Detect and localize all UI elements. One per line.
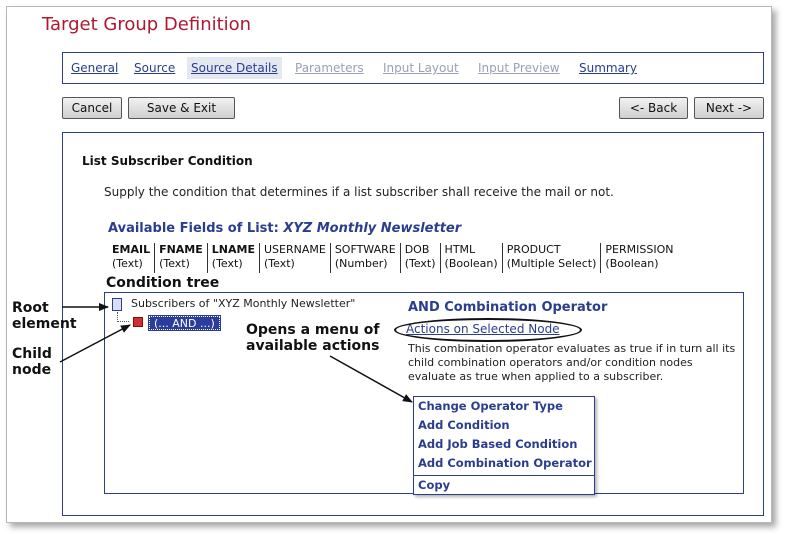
field-type: (Multiple Select): [506, 257, 597, 270]
root-node-label[interactable]: Subscribers of "XYZ Monthly Newsletter": [131, 297, 355, 310]
child-node-label[interactable]: (... AND ...): [148, 315, 221, 331]
field-name: FNAME: [159, 243, 203, 256]
available-fields-title: Available Fields of List: XYZ Monthly Ne…: [108, 221, 461, 236]
field-fname: FNAME (Text): [155, 243, 208, 273]
field-name: DOB: [404, 243, 430, 256]
menu-item-copy[interactable]: Copy: [414, 475, 594, 494]
field-lname: LNAME (Text): [208, 243, 260, 273]
field-type: (Text): [404, 257, 436, 270]
tab-input-preview: Input Preview: [478, 61, 560, 75]
available-fields-prefix: Available Fields of List:: [108, 221, 284, 236]
field-dob: DOB (Text): [401, 243, 441, 273]
tab-general[interactable]: General: [67, 57, 122, 79]
tree-connector: [117, 321, 129, 322]
menu-item-change-operator-type[interactable]: Change Operator Type: [414, 397, 594, 416]
field-type: (Text): [211, 257, 243, 270]
menu-item-add-combination-operator[interactable]: Add Combination Operator: [414, 454, 594, 473]
field-type: (Text): [263, 257, 295, 270]
condition-tree-label: Condition tree: [106, 275, 220, 291]
child-node-icon[interactable]: [133, 317, 143, 327]
wizard-tabs: General Source Source Details Parameters…: [62, 52, 764, 84]
tab-input-layout: Input Layout: [383, 61, 459, 75]
tab-source-details[interactable]: Source Details: [187, 57, 282, 79]
highlight-ellipse: [394, 318, 582, 342]
field-type: (Text): [159, 257, 190, 270]
list-name: XYZ Monthly Newsletter: [283, 221, 462, 236]
root-node-icon[interactable]: [112, 298, 122, 311]
section-title: List Subscriber Condition: [82, 154, 253, 168]
back-button[interactable]: <- Back: [619, 97, 688, 119]
tab-parameters: Parameters: [295, 61, 364, 75]
operator-description: This combination operator evaluates as t…: [408, 342, 736, 383]
field-name: PERMISSION: [605, 243, 674, 256]
operator-title: AND Combination Operator: [408, 300, 608, 315]
field-name: LNAME: [211, 243, 255, 256]
fields-list: EMAIL (Text) FNAME (Text) LNAME (Text) USER…: [108, 243, 677, 273]
field-html: HTML (Boolean): [441, 243, 503, 273]
cancel-button[interactable]: Cancel: [62, 97, 122, 119]
field-name: PRODUCT: [506, 243, 561, 256]
annotation-menu: Opens a menu of available actions: [246, 322, 380, 354]
field-email: EMAIL (Text): [108, 243, 156, 273]
save-exit-button[interactable]: Save & Exit: [128, 97, 235, 119]
field-username: USERNAME (Text): [260, 243, 331, 273]
annotation-root-element: Root element: [12, 300, 77, 332]
field-product: PRODUCT (Multiple Select): [503, 243, 602, 273]
field-name: HTML: [444, 243, 476, 256]
field-type: (Boolean): [444, 257, 498, 270]
menu-item-add-condition[interactable]: Add Condition: [414, 416, 594, 435]
field-type: (Text): [112, 257, 143, 270]
field-software: SOFTWARE (Number): [331, 243, 401, 273]
field-name: SOFTWARE: [334, 243, 396, 256]
page-title: Target Group Definition: [42, 14, 252, 35]
field-name: EMAIL: [112, 243, 151, 256]
condition-description: Supply the condition that determines if …: [104, 185, 614, 199]
actions-menu: Change Operator Type Add Condition Add J…: [413, 396, 595, 495]
tab-summary[interactable]: Summary: [575, 57, 641, 79]
field-permission: PERMISSION (Boolean): [601, 243, 677, 273]
menu-item-add-job-based-condition[interactable]: Add Job Based Condition: [414, 435, 594, 454]
field-type: (Boolean): [605, 257, 659, 270]
tab-source[interactable]: Source: [130, 57, 179, 79]
field-type: (Number): [334, 257, 388, 270]
field-name: USERNAME: [263, 243, 326, 256]
next-button[interactable]: Next ->: [694, 97, 764, 119]
annotation-child-node: Child node: [12, 346, 52, 378]
